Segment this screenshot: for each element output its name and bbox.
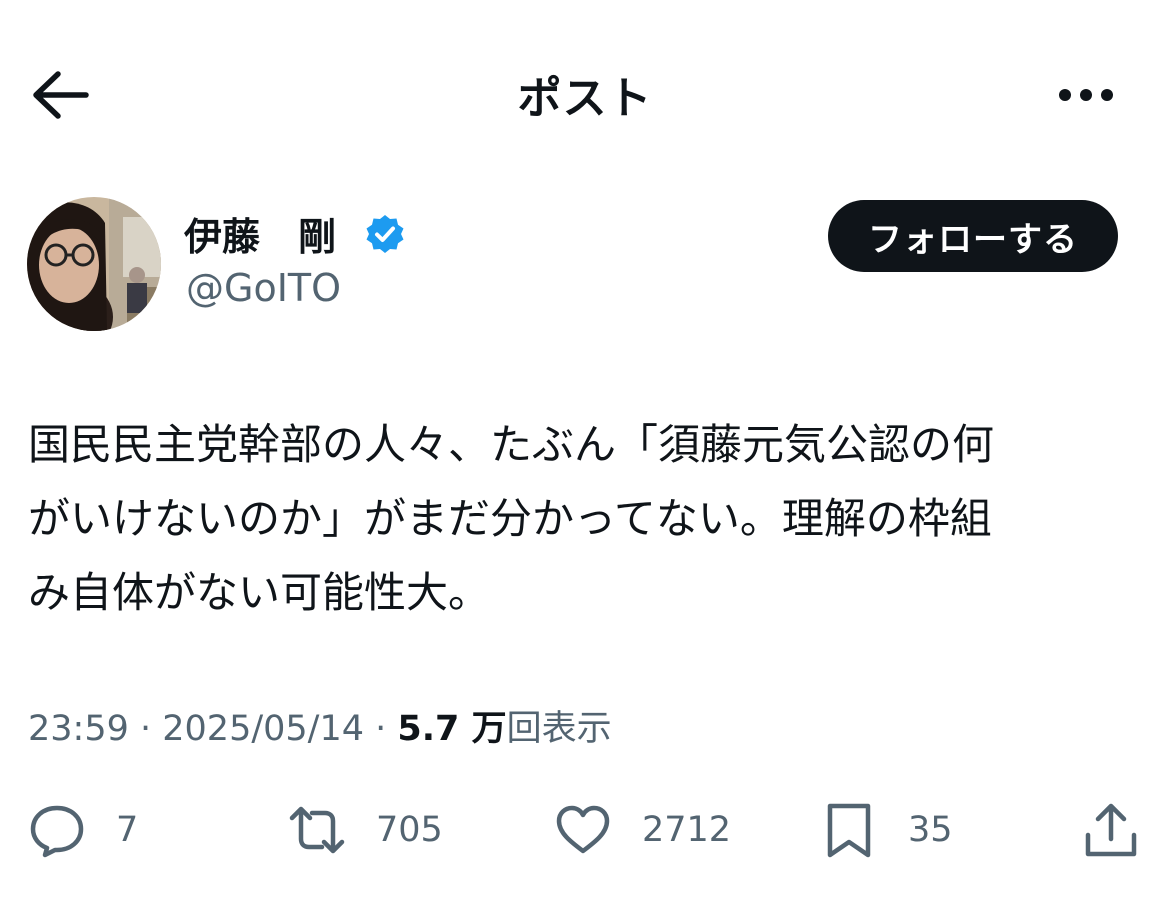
tweet-line: み自体がない可能性大。: [28, 568, 491, 617]
repost-button[interactable]: 705: [288, 795, 443, 865]
bookmark-count: 35: [908, 810, 953, 850]
meta-separator: ·: [364, 709, 398, 749]
views-label: 回表示: [506, 709, 612, 749]
repost-icon: [289, 806, 345, 854]
top-bar: ポスト: [0, 0, 1170, 190]
verified-badge-icon[interactable]: [364, 213, 406, 255]
display-name[interactable]: 伊藤 剛: [184, 206, 336, 261]
like-count: 2712: [642, 810, 732, 850]
more-options-button[interactable]: [1056, 84, 1116, 106]
tweet-line: がいけないのか」がまだ分かってない。理解の枠組: [28, 494, 992, 543]
bookmark-icon: [827, 803, 871, 858]
username-handle[interactable]: @GoITO: [186, 266, 341, 310]
profile-photo: [27, 197, 161, 331]
repost-count: 705: [376, 810, 443, 850]
tweet-line: 国民民主党幹部の人々、たぶん「須藤元気公認の何: [28, 420, 995, 469]
share-icon: [1085, 803, 1137, 857]
reply-icon: [30, 805, 84, 858]
follow-button[interactable]: フォローする: [828, 200, 1118, 272]
like-button[interactable]: 2712: [554, 795, 731, 865]
tweet-time[interactable]: 23:59: [28, 709, 129, 749]
tweet-text: 国民民主党幹部の人々、たぶん「須藤元気公認の何 がいけないのか」がまだ分かってな…: [28, 408, 1140, 630]
action-bar: 7 705 2712 35: [0, 795, 1170, 865]
avatar[interactable]: [27, 197, 161, 331]
more-icon: [1059, 89, 1113, 101]
tweet-meta: 23:59 · 2025/05/14 · 5.7 万回表示: [28, 700, 612, 751]
views-count: 5.7 万: [397, 709, 507, 749]
meta-separator: ·: [128, 709, 163, 749]
page-title: ポスト: [517, 73, 653, 124]
bookmark-button[interactable]: 35: [820, 795, 953, 865]
tweet-date[interactable]: 2025/05/14: [162, 709, 364, 749]
share-button[interactable]: [1082, 795, 1140, 865]
heart-icon: [556, 805, 610, 854]
reply-button[interactable]: 7: [28, 795, 138, 865]
reply-count: 7: [116, 810, 139, 850]
